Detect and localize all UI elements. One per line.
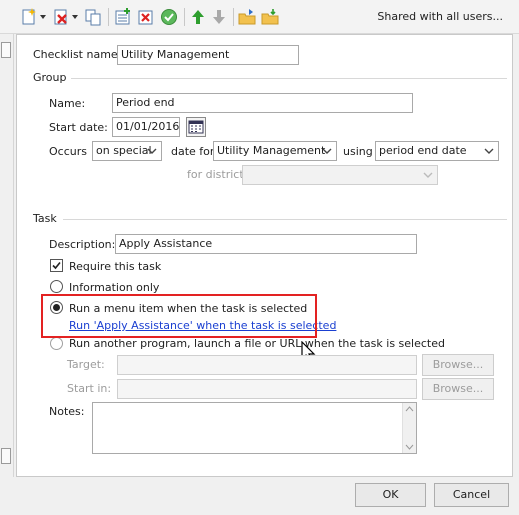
export-icon[interactable] xyxy=(238,8,256,26)
date-for-select[interactable]: Utility Management xyxy=(213,141,337,161)
delete-icon[interactable] xyxy=(52,8,70,26)
run-program-label: Run another program, launch a file or UR… xyxy=(69,337,445,350)
left-gutter xyxy=(0,34,14,477)
occurs-label: Occurs xyxy=(49,145,87,158)
description-input[interactable]: Apply Assistance xyxy=(115,234,417,254)
checkmark-icon xyxy=(52,261,61,270)
group-divider xyxy=(69,78,507,79)
occurs-select[interactable]: on special xyxy=(92,141,162,161)
info-only-radio[interactable] xyxy=(50,280,63,293)
add-task-icon[interactable] xyxy=(114,8,132,26)
description-label: Description: xyxy=(49,238,116,251)
new-icon[interactable] xyxy=(20,8,38,26)
group-name-label: Name: xyxy=(49,97,86,110)
checklist-panel: Checklist name: Utility Management Group… xyxy=(16,34,513,477)
notes-scrollbar[interactable] xyxy=(402,403,416,453)
info-only-label: Information only xyxy=(69,281,160,294)
chevron-down-icon xyxy=(484,148,494,154)
occurs-value: on special xyxy=(96,144,152,157)
delete-dropdown-icon[interactable] xyxy=(72,15,78,20)
checklist-name-input[interactable]: Utility Management xyxy=(117,45,299,65)
using-label: using xyxy=(343,145,373,158)
target-label: Target: xyxy=(67,358,105,371)
task-divider xyxy=(63,219,507,220)
highlight-box xyxy=(41,294,317,338)
toolbar: Shared with all users... xyxy=(0,0,519,34)
group-name-input[interactable]: Period end xyxy=(112,93,413,113)
scroll-up-icon[interactable] xyxy=(405,405,414,413)
ok-button[interactable]: OK xyxy=(355,483,426,507)
target-browse-button[interactable]: Browse... xyxy=(422,354,494,376)
cancel-button[interactable]: Cancel xyxy=(434,483,509,507)
task-title: Task xyxy=(33,212,61,225)
chevron-down-icon xyxy=(322,148,332,154)
date-for-label: date for xyxy=(171,145,215,158)
date-for-value: Utility Management xyxy=(217,144,326,157)
district-select[interactable] xyxy=(242,165,438,185)
chevron-down-icon xyxy=(147,148,157,154)
notes-label: Notes: xyxy=(49,405,85,418)
import-icon[interactable] xyxy=(261,8,279,26)
start-date-input[interactable]: 01/01/2016 xyxy=(112,117,180,137)
target-input[interactable] xyxy=(117,355,417,375)
scroll-down-icon[interactable] xyxy=(405,443,414,451)
notes-textarea[interactable] xyxy=(92,402,417,454)
start-date-label: Start date: xyxy=(49,121,108,134)
run-program-radio[interactable] xyxy=(50,337,63,350)
new-dropdown-icon[interactable] xyxy=(40,15,46,20)
calendar-icon[interactable] xyxy=(186,117,206,137)
shared-users-link[interactable]: Shared with all users... xyxy=(377,10,503,23)
group-title: Group xyxy=(33,71,71,84)
collapse-tab-top[interactable] xyxy=(1,42,11,58)
using-select[interactable]: period end date xyxy=(375,141,499,161)
checklist-name-label: Checklist name: xyxy=(33,48,122,61)
using-value: period end date xyxy=(379,144,467,157)
start-in-browse-button[interactable]: Browse... xyxy=(422,378,494,400)
check-icon[interactable] xyxy=(160,8,178,26)
collapse-tab-bottom[interactable] xyxy=(1,448,11,464)
copy-icon[interactable] xyxy=(84,8,102,26)
chevron-down-icon xyxy=(423,172,433,178)
start-in-label: Start in: xyxy=(67,382,112,395)
start-in-input[interactable] xyxy=(117,379,417,399)
district-label: for district xyxy=(187,168,244,181)
require-task-label: Require this task xyxy=(69,260,162,273)
move-up-icon[interactable] xyxy=(189,8,207,26)
require-task-checkbox[interactable] xyxy=(50,259,63,272)
remove-task-icon[interactable] xyxy=(137,8,155,26)
move-down-icon[interactable] xyxy=(210,8,228,26)
